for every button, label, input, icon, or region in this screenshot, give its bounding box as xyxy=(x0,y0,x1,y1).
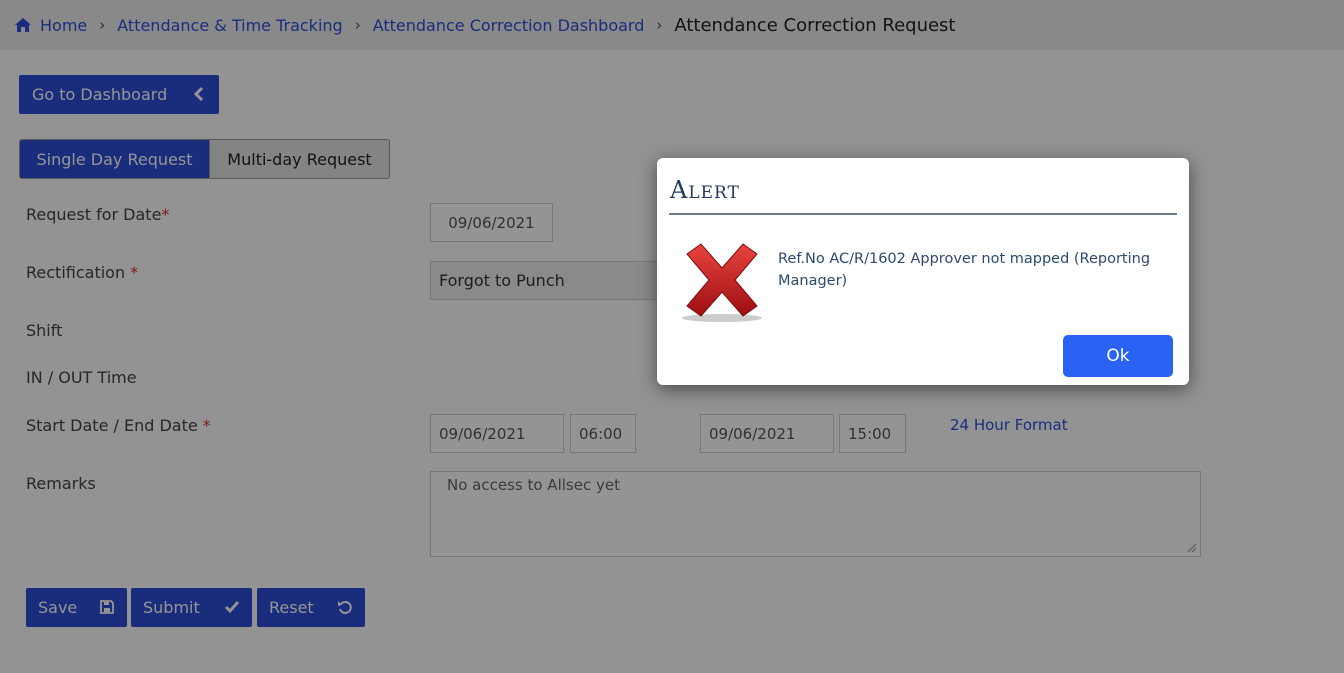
alert-message: Ref.No AC/R/1602 Approver not mapped (Re… xyxy=(778,251,1151,289)
alert-divider xyxy=(669,213,1177,215)
error-x-icon xyxy=(682,243,762,322)
alert-dialog: Alert Ref.No AC/R/1602 Approver not mapp… xyxy=(657,158,1189,385)
ok-button[interactable]: Ok xyxy=(1063,335,1173,377)
alert-title: Alert xyxy=(670,176,740,204)
